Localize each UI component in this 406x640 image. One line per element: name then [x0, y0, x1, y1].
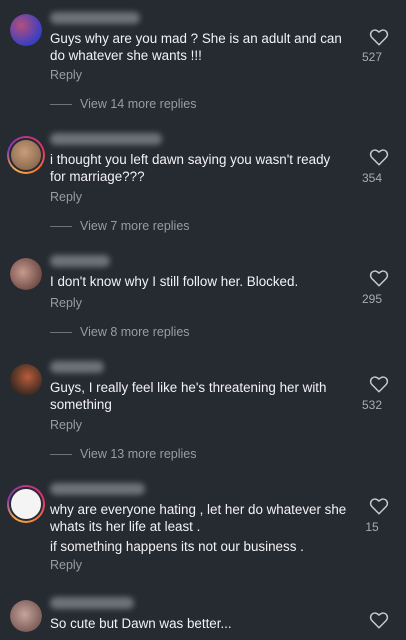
reply-button[interactable]: Reply — [50, 296, 82, 310]
comment-text: Guys, I really feel like he's threatenin… — [50, 379, 355, 413]
comment-text-line: for marriage??? — [50, 169, 145, 184]
like-count: 354 — [361, 171, 383, 185]
heart-icon[interactable] — [369, 497, 389, 515]
comment-text-line: Guys why are you mad ? She is an adult a… — [50, 31, 342, 46]
avatar[interactable] — [10, 258, 42, 290]
username-blurred[interactable] — [50, 597, 134, 609]
avatar[interactable] — [10, 14, 42, 46]
heart-icon[interactable] — [369, 375, 389, 393]
comment-text: So cute but Dawn was better... — [50, 615, 355, 632]
view-more-replies-button[interactable]: View 14 more replies — [50, 97, 197, 111]
comment-text-line: Guys, I really feel like he's threatenin… — [50, 380, 327, 395]
like-count: 295 — [361, 292, 383, 306]
like-count: 15 — [365, 520, 379, 534]
reply-button[interactable]: Reply — [50, 558, 82, 572]
like-count: 527 — [361, 50, 383, 64]
view-more-replies-label: View 7 more replies — [80, 219, 190, 233]
comment-text: Guys why are you mad ? She is an adult a… — [50, 30, 355, 64]
view-more-replies-button[interactable]: View 13 more replies — [50, 447, 197, 461]
view-more-replies-button[interactable]: View 7 more replies — [50, 219, 190, 233]
view-more-replies-label: View 8 more replies — [80, 325, 190, 339]
heart-icon[interactable] — [369, 269, 389, 287]
reply-button[interactable]: Reply — [50, 68, 82, 82]
view-more-replies-label: View 14 more replies — [80, 97, 197, 111]
comment-text-line: something — [50, 397, 112, 412]
view-more-replies-button[interactable]: View 8 more replies — [50, 325, 190, 339]
divider-line — [50, 453, 72, 455]
avatar[interactable] — [7, 485, 45, 523]
like-count: 532 — [361, 398, 383, 412]
username-blurred[interactable] — [50, 483, 145, 495]
avatar[interactable] — [10, 600, 42, 632]
username-blurred[interactable] — [50, 255, 110, 267]
comment-text-line: if something happens its not our busines… — [50, 539, 304, 554]
comment-text-line: whats its her life at least . — [50, 519, 201, 534]
avatar[interactable] — [7, 136, 45, 174]
divider-line — [50, 225, 72, 227]
comment-text: i thought you left dawn saying you wasn'… — [50, 151, 355, 185]
comment-text: I don't know why I still follow her. Blo… — [50, 273, 355, 290]
heart-icon[interactable] — [369, 28, 389, 46]
divider-line — [50, 331, 72, 333]
comment-text: why are everyone hating , let her do wha… — [50, 501, 355, 555]
username-blurred[interactable] — [50, 361, 104, 373]
comment-text-line: i thought you left dawn saying you wasn'… — [50, 152, 331, 167]
heart-icon[interactable] — [369, 148, 389, 166]
reply-button[interactable]: Reply — [50, 190, 82, 204]
heart-icon[interactable] — [369, 611, 389, 629]
view-more-replies-label: View 13 more replies — [80, 447, 197, 461]
comment-text-line: So cute but Dawn was better... — [50, 616, 232, 631]
comment-text-line: why are everyone hating , let her do wha… — [50, 502, 347, 517]
reply-button[interactable]: Reply — [50, 418, 82, 432]
username-blurred[interactable] — [50, 12, 140, 24]
username-blurred[interactable] — [50, 133, 162, 145]
comment-text-line: I don't know why I still follow her. Blo… — [50, 274, 299, 289]
comment-text-line: do whatever she wants !!! — [50, 48, 202, 63]
avatar[interactable] — [10, 364, 42, 396]
divider-line — [50, 103, 72, 105]
